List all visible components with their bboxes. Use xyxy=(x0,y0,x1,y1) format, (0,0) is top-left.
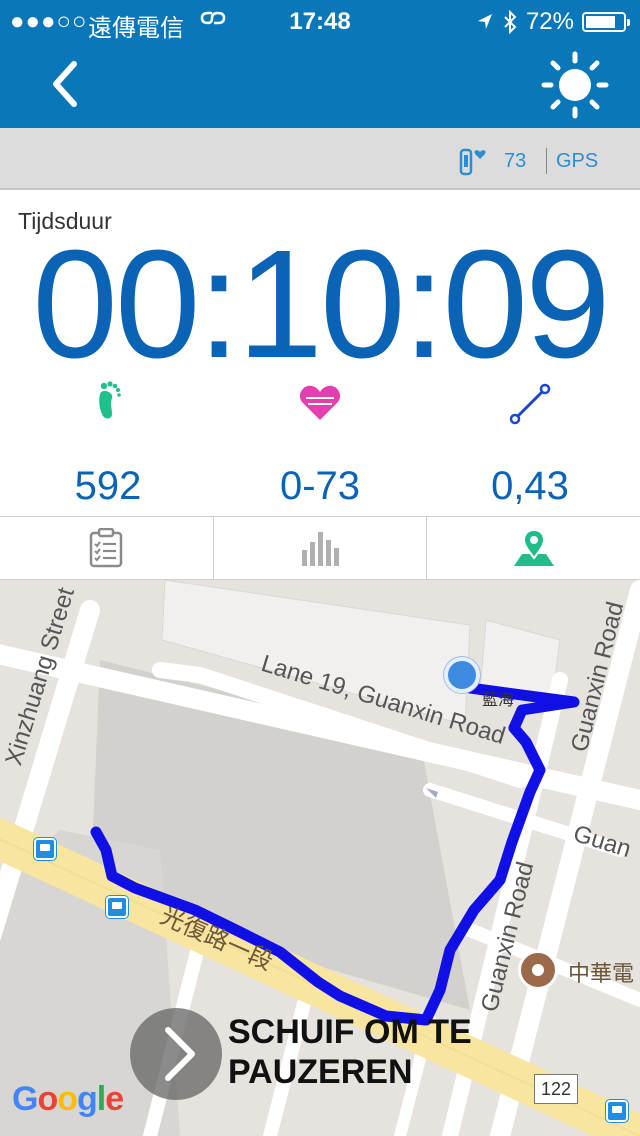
google-logo-letter: G xyxy=(12,1080,38,1118)
google-logo-letter: e xyxy=(105,1080,124,1118)
slide-to-pause-label: SCHUIF OM TE PAUZEREN xyxy=(228,1013,472,1091)
workout-panel: Tijdsduur 00:10:09 592 0-73 0,43 xyxy=(0,190,640,516)
tab-chart[interactable] xyxy=(214,517,428,579)
header-bar: ●●●○○ 遠傳電信 17:48 72% xyxy=(0,0,640,128)
slide-to-pause-button[interactable] xyxy=(130,1008,222,1100)
bus-stop-icon[interactable] xyxy=(34,838,56,860)
google-logo-letter: l xyxy=(96,1080,107,1118)
bus-stop-icon[interactable] xyxy=(106,896,128,918)
view-tabs xyxy=(0,516,640,580)
heart-rate-value: 73 xyxy=(504,150,527,172)
bluetooth-icon xyxy=(504,10,517,34)
gps-indicator: GPS xyxy=(556,150,599,172)
route-map[interactable]: Xinzhuang Street Lane 19, Guanxin Road G… xyxy=(0,580,640,1136)
heart-icon xyxy=(298,384,342,427)
distance-icon xyxy=(508,382,552,431)
chevron-left-icon xyxy=(53,61,77,107)
bus-stop-icon[interactable] xyxy=(606,1100,628,1122)
tab-details[interactable] xyxy=(0,517,214,579)
clipboard-checklist-icon xyxy=(90,528,123,568)
google-logo-letter: g xyxy=(77,1080,98,1118)
device-status-bar: 73 GPS xyxy=(0,128,640,190)
bar-chart-icon xyxy=(302,532,339,566)
chevron-right-icon xyxy=(165,1027,195,1081)
battery-percent: 72% xyxy=(525,8,574,35)
divider xyxy=(546,148,547,174)
steps-value: 592 xyxy=(74,464,142,508)
heart-watch-icon xyxy=(458,144,492,183)
google-logo-letter: o xyxy=(37,1080,58,1118)
status-right: 72% xyxy=(476,8,630,36)
location-arrow-icon xyxy=(477,14,492,29)
tab-map[interactable] xyxy=(427,517,640,579)
status-bar: ●●●○○ 遠傳電信 17:48 72% xyxy=(0,0,640,42)
place-label-lanhai: 藍海 xyxy=(482,692,515,709)
distance-value: 0,43 xyxy=(491,464,569,508)
current-location-icon xyxy=(444,657,480,693)
battery-icon xyxy=(582,12,630,32)
footprint-icon xyxy=(94,380,124,429)
heart-range-value: 0-73 xyxy=(279,464,361,508)
place-marker-icon[interactable] xyxy=(518,950,558,990)
place-label-zhonghua: 中華電 xyxy=(568,961,635,986)
route-number-badge: 122 xyxy=(534,1074,578,1104)
map-pin-icon xyxy=(513,528,554,566)
google-logo: Google xyxy=(12,1080,124,1119)
duration-timer: 00:10:09 xyxy=(32,218,610,390)
google-logo-letter: o xyxy=(57,1080,78,1118)
sun-icon xyxy=(541,51,609,119)
brightness-button[interactable] xyxy=(540,50,610,120)
back-button[interactable] xyxy=(36,54,96,114)
